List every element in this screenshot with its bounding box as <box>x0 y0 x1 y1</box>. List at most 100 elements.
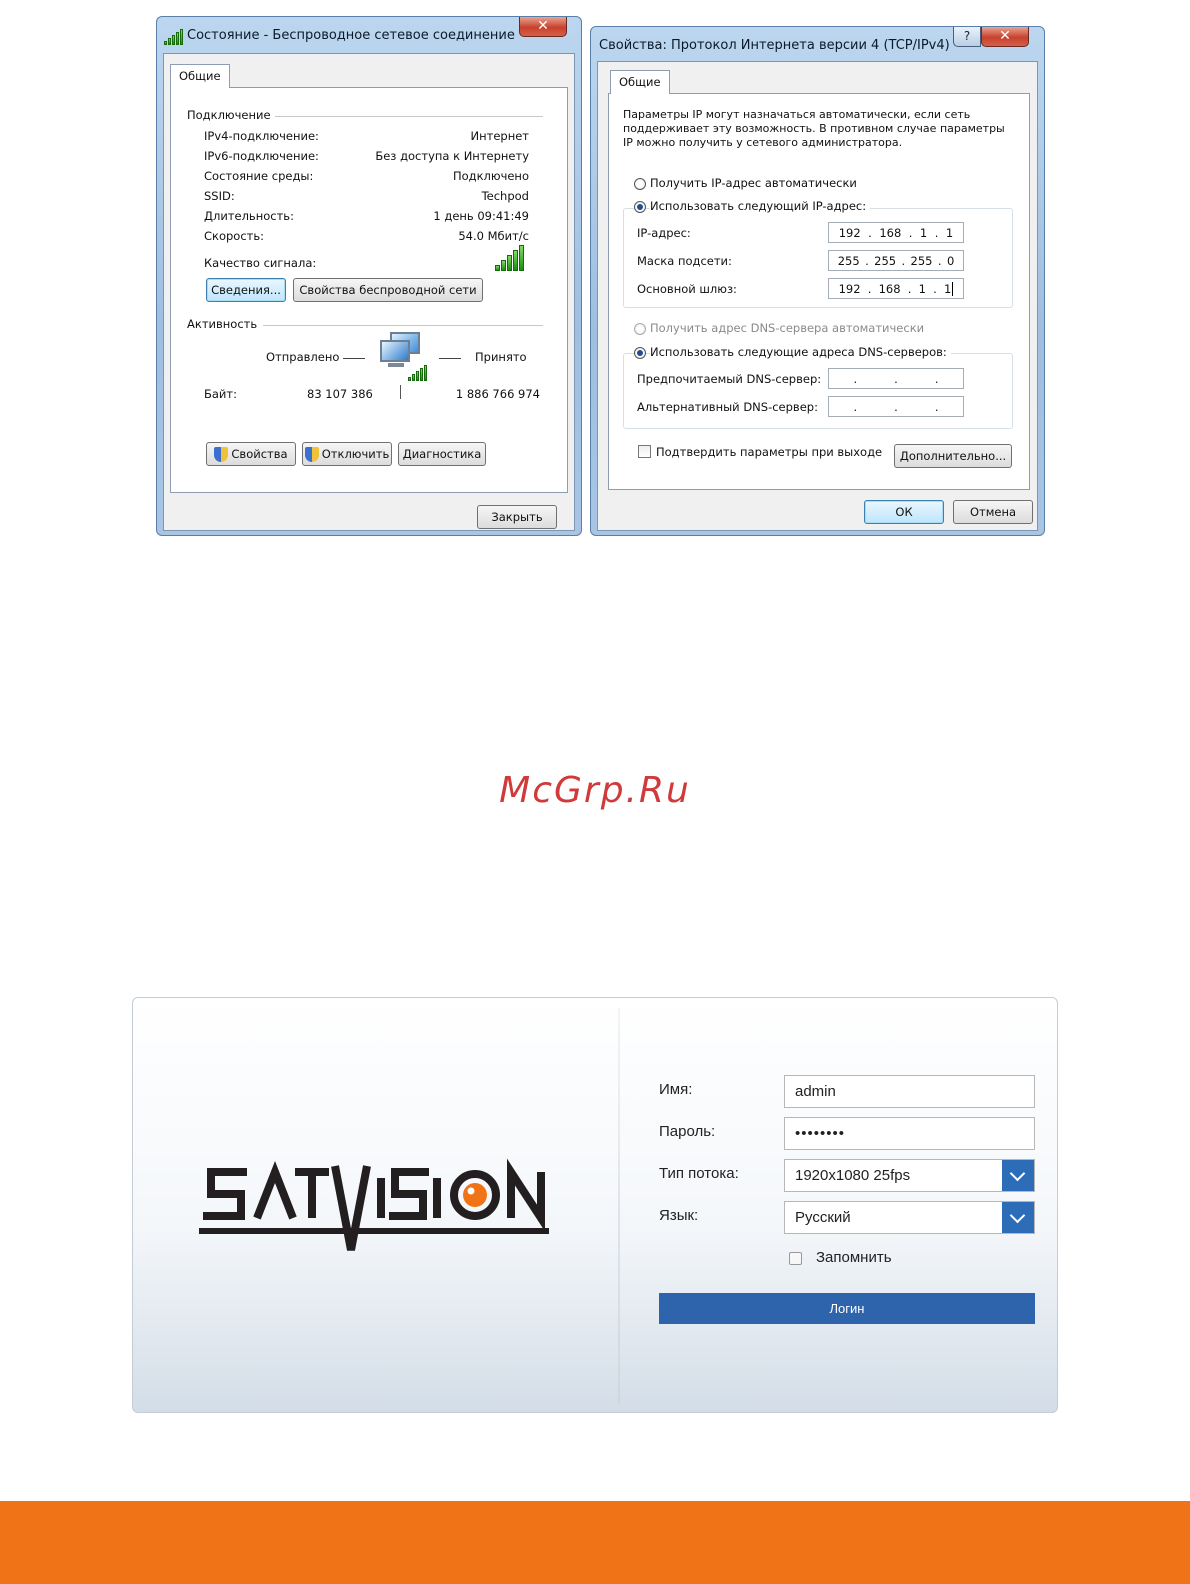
cancel-button[interactable]: Отмена <box>953 500 1033 524</box>
stream-type-select[interactable]: 1920x1080 25fps <box>784 1159 1035 1192</box>
row-label: Длительность: <box>204 209 294 223</box>
manual-dns-label: Использовать следующие адреса DNS-сервер… <box>650 345 951 359</box>
row-value: Techpod <box>481 189 529 203</box>
alternate-dns-input[interactable]: ... <box>828 396 964 417</box>
ip-address-label: IP-адрес: <box>637 226 691 240</box>
dialog-body: Общие Параметры IP могут назначаться авт… <box>597 61 1038 531</box>
preferred-dns-input[interactable]: ... <box>828 368 964 389</box>
close-button[interactable]: Закрыть <box>477 505 557 529</box>
remember-checkbox[interactable] <box>789 1252 802 1265</box>
ip-dot: . <box>907 281 912 296</box>
stream-type-value: 1920x1080 25fps <box>795 1167 911 1184</box>
window-title: Состояние - Беспроводное сетевое соедине… <box>187 28 515 43</box>
ip-octet: 255 <box>874 253 897 268</box>
login-button[interactable]: Логин <box>659 1293 1035 1324</box>
signal-quality-label: Качество сигнала: <box>204 256 317 270</box>
wireless-properties-button[interactable]: Свойства беспроводной сети <box>293 278 483 302</box>
ip-octet: 1 <box>945 225 954 240</box>
password-label: Пароль: <box>659 1123 716 1140</box>
ip-octet: 168 <box>879 225 902 240</box>
disable-button[interactable]: Отключить <box>302 442 392 466</box>
satvision-logo-graphic <box>199 1158 549 1251</box>
ip-dot: . <box>933 281 937 296</box>
watermark: McGrp.Ru <box>499 770 691 811</box>
description-line: Параметры IP могут назначаться автоматич… <box>623 108 971 121</box>
row-value: Без доступа к Интернету <box>375 149 529 163</box>
tab-panel: Подключение IPv4-подключение: Интернет I… <box>170 87 568 493</box>
received-label: Принято <box>475 350 527 364</box>
manual-ip-radio[interactable] <box>634 201 646 213</box>
row-label: Скорость: <box>204 229 265 243</box>
chevron-down-icon[interactable] <box>1002 1160 1034 1191</box>
ip-address-input[interactable]: 192. 168. 1. 1 <box>828 222 964 243</box>
dns-fieldset <box>623 353 1013 429</box>
auto-ip-label: Получить IP-адрес автоматически <box>650 176 857 190</box>
auto-dns-label: Получить адрес DNS-сервера автоматически <box>650 321 925 335</box>
name-input[interactable]: admin <box>784 1075 1035 1108</box>
close-icon[interactable]: ✕ <box>981 27 1029 47</box>
ip-octet: 255 <box>837 253 860 268</box>
auto-dns-radio[interactable] <box>634 323 646 335</box>
ip-dot: . <box>868 225 872 240</box>
ip-octet: 192 <box>838 225 861 240</box>
manual-dns-radio[interactable] <box>634 347 646 359</box>
bytes-divider <box>400 385 401 399</box>
chevron-down-icon[interactable] <box>1002 1202 1034 1233</box>
dialog-body: Общие Подключение IPv4-подключение: Инте… <box>163 53 575 531</box>
validate-label: Подтвердить параметры при выходе <box>656 445 883 459</box>
diagnose-button[interactable]: Диагностика <box>398 442 486 466</box>
close-icon[interactable]: ✕ <box>519 17 567 37</box>
sent-line <box>343 358 365 359</box>
group-divider <box>263 325 543 326</box>
signal-icon <box>164 29 183 45</box>
ok-button[interactable]: ОК <box>864 500 944 524</box>
ip-dot: . <box>853 399 858 414</box>
validate-checkbox[interactable] <box>638 445 651 458</box>
ip-dot: . <box>865 253 869 268</box>
alternate-dns-label: Альтернативный DNS-сервер: <box>637 400 818 414</box>
password-input[interactable]: •••••••• <box>784 1117 1035 1150</box>
properties-button[interactable]: Свойства <box>206 442 296 466</box>
row-label: IPv4-подключение: <box>204 129 319 143</box>
description-line: IP можно получить у сетевого администрат… <box>623 136 903 149</box>
subnet-mask-input[interactable]: 255. 255. 255. 0 <box>828 250 964 271</box>
help-icon[interactable]: ? <box>953 27 981 47</box>
row-value: Интернет <box>470 129 530 143</box>
tab-general[interactable]: Общие <box>170 64 230 88</box>
row-value: 1 день 09:41:49 <box>433 209 529 223</box>
ip-dot: . <box>934 371 939 386</box>
details-button[interactable]: Сведения... <box>206 278 286 302</box>
ipv4-properties-dialog: Свойства: Протокол Интернета версии 4 (T… <box>590 26 1045 536</box>
ip-dot: . <box>894 371 898 386</box>
properties-button-label: Свойства <box>231 447 288 461</box>
advanced-button[interactable]: Дополнительно... <box>894 444 1012 468</box>
preferred-dns-label: Предпочитаемый DNS-сервер: <box>637 372 822 386</box>
language-label: Язык: <box>659 1207 699 1224</box>
signal-strength-icon <box>495 245 524 271</box>
ip-octet: 192 <box>838 281 861 296</box>
status-dialog: Состояние - Беспроводное сетевое соедине… <box>156 16 582 536</box>
ip-octet: 168 <box>878 281 901 296</box>
tab-panel: Параметры IP могут назначаться автоматич… <box>608 93 1030 490</box>
ip-dot: . <box>901 253 906 268</box>
ip-dot: . <box>894 399 898 414</box>
ip-dot: . <box>908 225 913 240</box>
ip-octet: 1 <box>918 281 926 296</box>
login-divider <box>618 1008 620 1404</box>
ip-dot: . <box>934 225 939 240</box>
group-connection: Подключение <box>187 108 271 122</box>
bytes-received-value: 1 886 766 974 <box>455 387 540 401</box>
ip-dot: . <box>867 281 872 296</box>
satvision-logo <box>199 1158 549 1258</box>
gateway-input[interactable]: 192. 168. 1. 1 <box>828 278 964 299</box>
auto-ip-radio[interactable] <box>634 178 646 190</box>
manual-ip-label: Использовать следующий IP-адрес: <box>650 199 871 213</box>
ip-octet: 1 <box>919 225 928 240</box>
ip-octet: 1 <box>944 281 954 296</box>
tab-general[interactable]: Общие <box>610 70 670 94</box>
sent-label: Отправлено <box>266 350 340 364</box>
ip-octet: 0 <box>946 253 955 268</box>
remember-label: Запомнить <box>816 1249 892 1266</box>
language-select[interactable]: Русский <box>784 1201 1035 1234</box>
group-divider <box>275 116 543 117</box>
